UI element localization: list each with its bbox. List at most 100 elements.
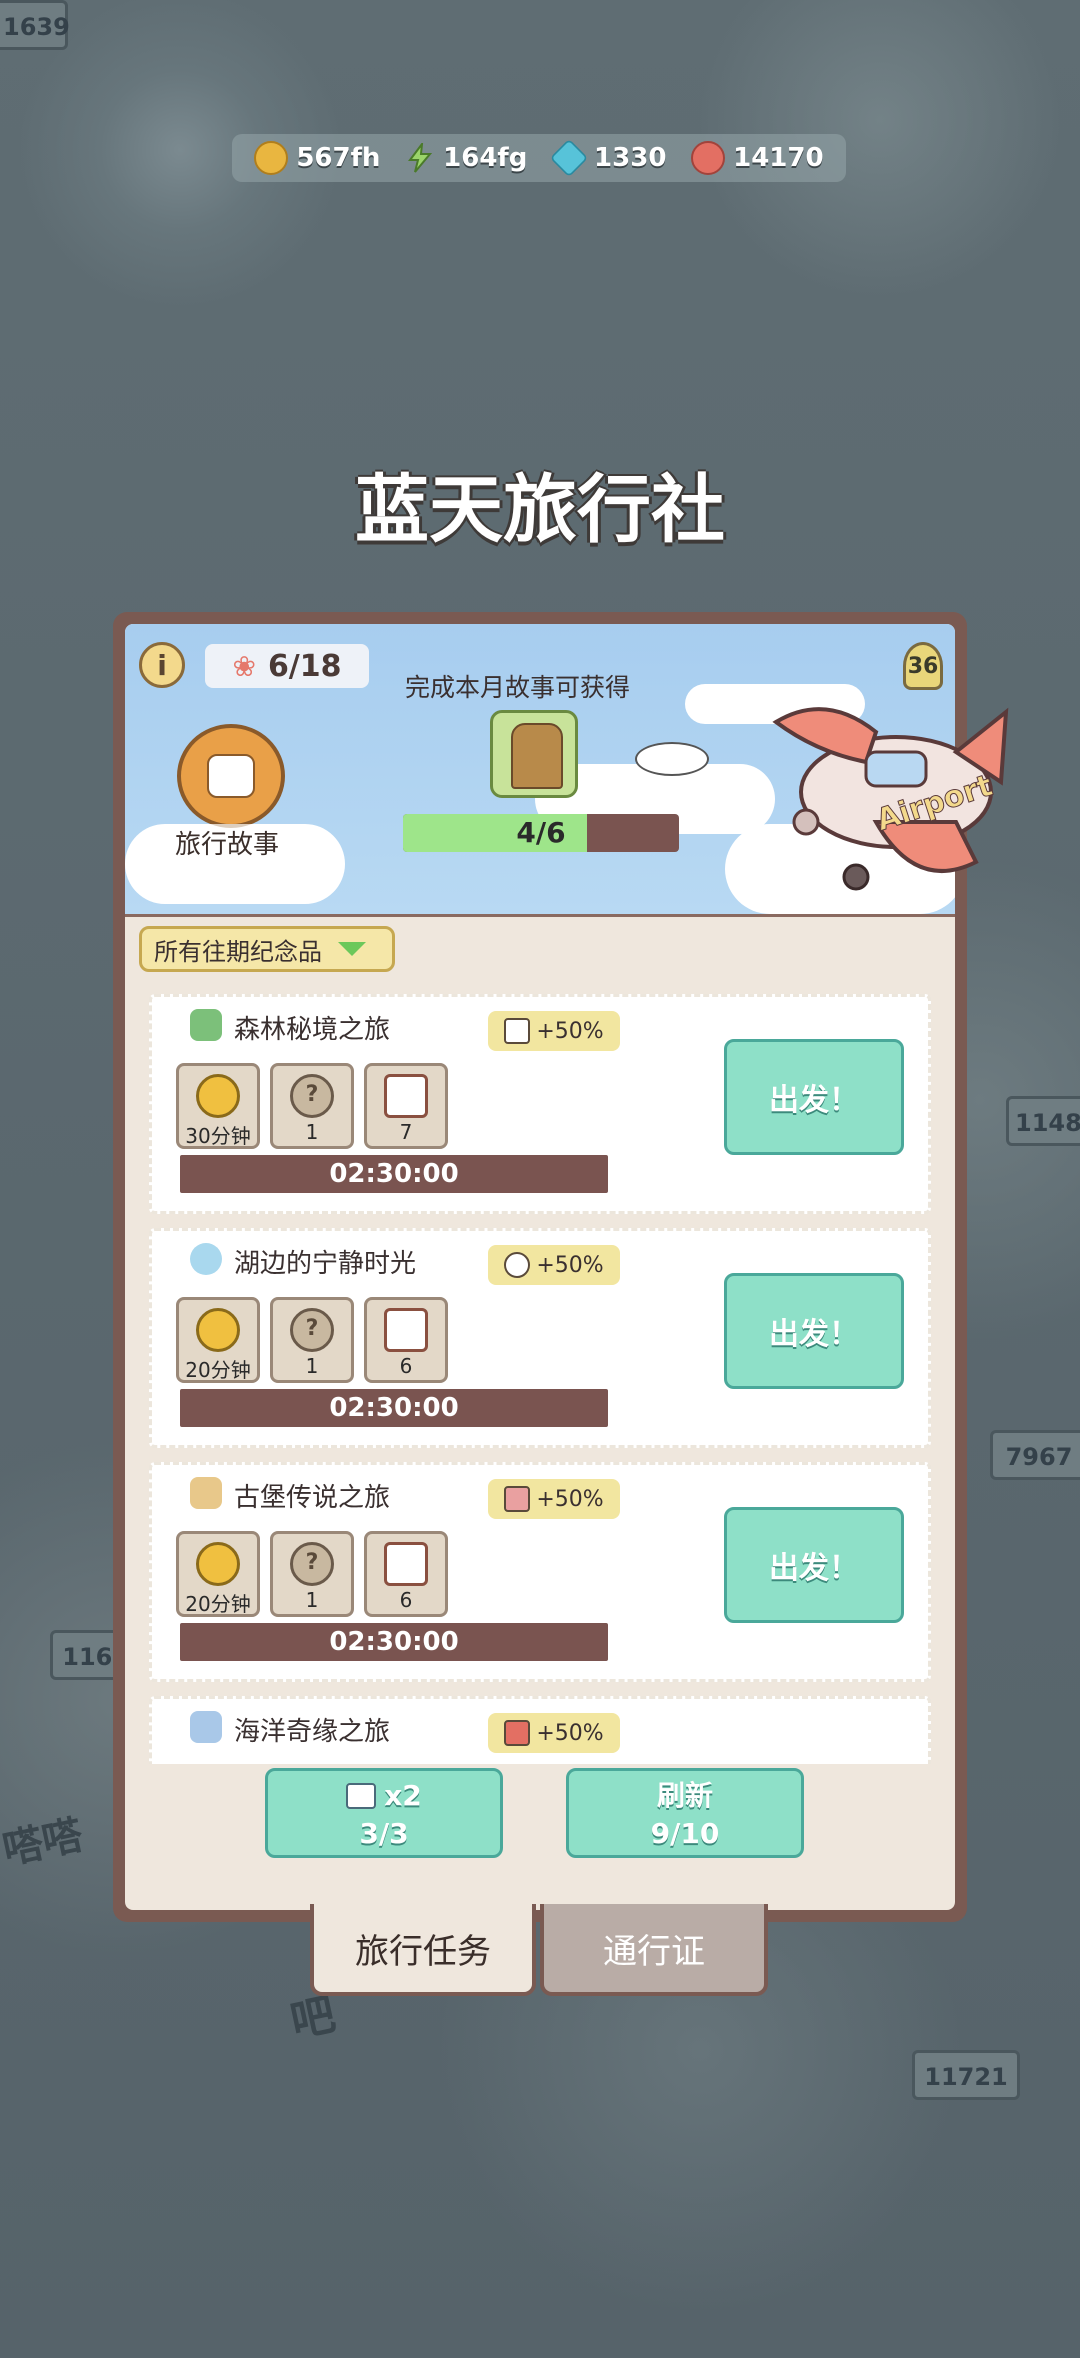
info-button[interactable]: i <box>139 642 185 688</box>
background-sign: 11483 <box>1006 1096 1080 1146</box>
trip-title: 古堡传说之旅 <box>234 1483 391 1513</box>
fishing-rod-icon <box>504 1252 531 1278</box>
bonus-value: +50% <box>536 1252 604 1278</box>
tree-icon <box>190 1009 222 1041</box>
slot-label: 1 <box>305 1354 319 1378</box>
story-book-icon[interactable] <box>177 724 285 828</box>
trip-title: 海洋奇缘之旅 <box>234 1717 391 1747</box>
cost-slot[interactable]: 30分钟 <box>176 1063 260 1149</box>
cat-icon <box>207 754 255 798</box>
trip-timer: 02:30:00 <box>180 1155 608 1193</box>
cost-slot[interactable]: 6 <box>364 1297 448 1383</box>
level-badge[interactable]: 36 <box>903 642 943 690</box>
cost-slot[interactable]: 20分钟 <box>176 1297 260 1383</box>
cake-icon <box>504 1486 531 1512</box>
depart-button[interactable]: 出发！ <box>724 1273 904 1389</box>
bird-icon <box>635 742 709 776</box>
shell-icon <box>504 1720 531 1746</box>
slot-label: 7 <box>399 1120 413 1144</box>
slot-label: 1 <box>305 1120 319 1144</box>
trip-list[interactable]: 森林秘境之旅 +50% 30分钟 ? 1 7 02:30:00 出发！ 湖边的宁… <box>149 994 931 1764</box>
castle-icon <box>190 1477 222 1509</box>
ad-double-button[interactable]: x2 3/3 <box>265 1768 503 1858</box>
chevron-down-icon <box>338 942 366 956</box>
tab-pass[interactable]: 通行证 <box>540 1904 768 1996</box>
coin-icon <box>196 1542 240 1586</box>
reward-title: 完成本月故事可获得 <box>405 673 631 702</box>
slot-label: 6 <box>399 1354 413 1378</box>
cost-slot[interactable]: 20分钟 <box>176 1531 260 1617</box>
coin-icon <box>254 141 289 175</box>
currency-bar: 567fh 164fg 1330 14170 <box>232 134 846 182</box>
background-sign: 1639 <box>0 0 70 50</box>
cost-slot[interactable]: ? 1 <box>270 1297 354 1383</box>
trip-title: 森林秘境之旅 <box>234 1015 391 1045</box>
lightning-icon <box>408 143 433 173</box>
trip-card: 海洋奇缘之旅 +50% <box>149 1696 931 1764</box>
currency-value: 164fg <box>443 143 528 173</box>
bonus-value: +50% <box>536 1720 604 1746</box>
currency-shells[interactable]: 14170 <box>691 141 824 175</box>
multiplier-label: x2 <box>384 1779 422 1812</box>
tab-travel-tasks[interactable]: 旅行任务 <box>310 1904 536 1996</box>
slot-label: 20分钟 <box>185 1358 251 1382</box>
gift-icon <box>384 1308 428 1352</box>
coin-icon <box>196 1308 240 1352</box>
slot-label: 20分钟 <box>185 1592 251 1616</box>
currency-value: 567fh <box>296 143 381 173</box>
shell-icon <box>691 141 726 175</box>
currency-value: 14170 <box>733 143 824 173</box>
page-title: 蓝天旅行社 <box>355 467 725 553</box>
currency-energy[interactable]: 164fg <box>405 143 527 173</box>
coin-icon <box>196 1074 240 1118</box>
bonus-badge: +50% <box>488 1479 620 1519</box>
depart-button[interactable]: 出发！ <box>724 1507 904 1623</box>
wave-icon <box>190 1711 222 1743</box>
currency-gems[interactable]: 1330 <box>549 138 667 178</box>
souvenir-filter-dropdown[interactable]: 所有往期纪念品 <box>139 926 395 972</box>
bonus-badge: +50% <box>488 1011 620 1051</box>
depart-button[interactable]: 出发！ <box>724 1039 904 1155</box>
paw-counter: ❀ 6/18 <box>205 644 369 688</box>
bonus-badge: +50% <box>488 1713 620 1753</box>
cost-slot[interactable]: 7 <box>364 1063 448 1149</box>
trip-timer: 02:30:00 <box>180 1623 608 1661</box>
bonus-value: +50% <box>536 1486 604 1512</box>
slot-label: 1 <box>305 1588 319 1612</box>
video-icon <box>346 1783 377 1809</box>
bonus-value: +50% <box>536 1018 604 1044</box>
background-sign: 11721 <box>912 2050 1020 2100</box>
refresh-count: 9/10 <box>650 1817 720 1850</box>
trip-card: 森林秘境之旅 +50% 30分钟 ? 1 7 02:30:00 出发！ <box>149 994 931 1214</box>
trip-title: 湖边的宁静时光 <box>234 1249 417 1279</box>
refresh-button[interactable]: 刷新 9/10 <box>566 1768 804 1858</box>
trip-timer: 02:30:00 <box>180 1389 608 1427</box>
currency-coins[interactable]: 567fh <box>254 141 380 175</box>
trip-card: 湖边的宁静时光 +50% 20分钟 ? 1 6 02:30:00 出发！ <box>149 1228 931 1448</box>
currency-value: 1330 <box>594 143 667 173</box>
cost-slot[interactable]: ? 1 <box>270 1063 354 1149</box>
cost-slot[interactable]: 6 <box>364 1531 448 1617</box>
acorn-icon: ? <box>290 1308 334 1352</box>
gift-icon <box>384 1074 428 1118</box>
acorn-icon: ? <box>290 1542 334 1586</box>
airplane-icon: Airport <box>772 707 1009 891</box>
cards-icon <box>504 1018 531 1044</box>
acorn-icon: ? <box>290 1074 334 1118</box>
story-progress-bar: 4/6 <box>403 814 679 852</box>
paw-icon: ❀ <box>232 649 256 683</box>
paw-count-value: 6/18 <box>267 648 342 684</box>
refresh-label: 刷新 <box>656 1779 713 1812</box>
bonus-badge: +50% <box>488 1245 620 1285</box>
story-label[interactable]: 旅行故事 <box>167 824 287 861</box>
slot-label: 30分钟 <box>185 1124 251 1148</box>
dropdown-label: 所有往期纪念品 <box>154 937 322 966</box>
gem-icon <box>549 138 589 178</box>
cost-slot[interactable]: ? 1 <box>270 1531 354 1617</box>
slot-label: 6 <box>399 1588 413 1612</box>
ad-count: 3/3 <box>359 1817 409 1850</box>
lake-icon <box>190 1243 222 1275</box>
progress-text: 4/6 <box>516 816 566 849</box>
reward-throne-icon[interactable] <box>490 710 578 798</box>
gift-icon <box>384 1542 428 1586</box>
